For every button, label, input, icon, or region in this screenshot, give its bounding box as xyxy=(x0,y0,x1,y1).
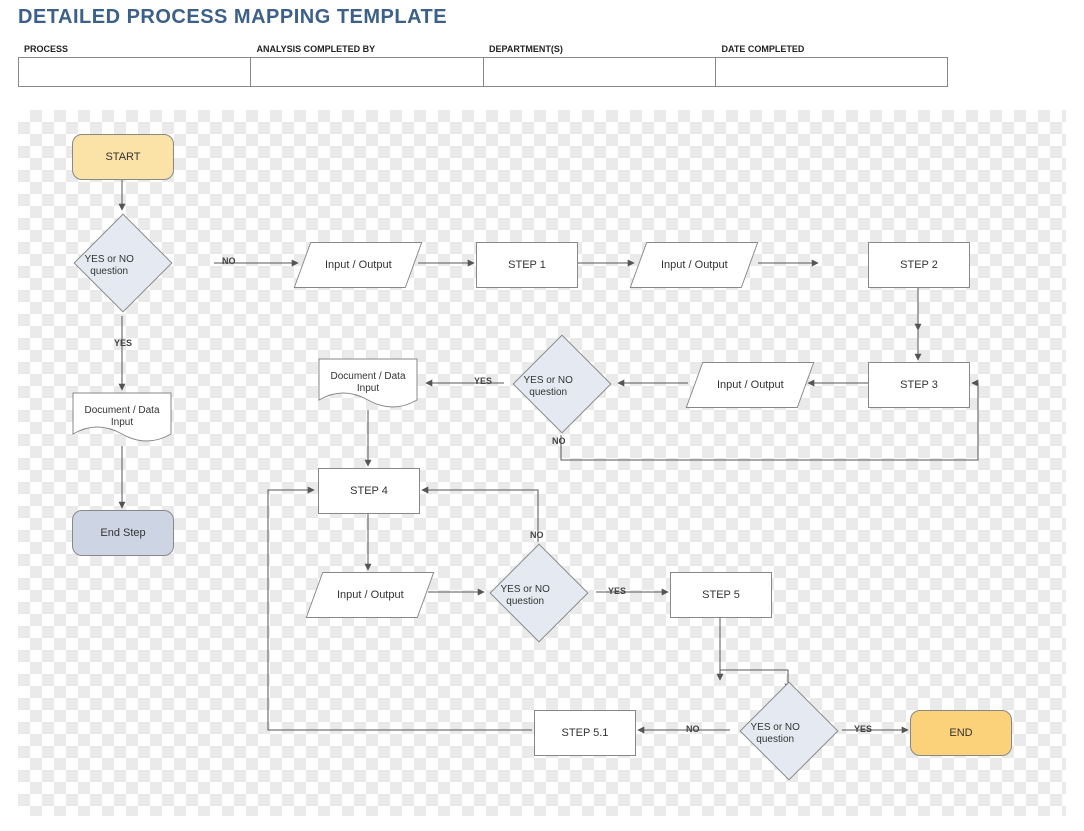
page: DETAILED PROCESS MAPPING TEMPLATE PROCES… xyxy=(0,0,1084,831)
document-1: Document / Data Input xyxy=(72,392,172,442)
end-node: END xyxy=(910,710,1012,756)
label-yes-2: YES xyxy=(474,376,492,386)
io-2: Input / Output xyxy=(630,242,759,288)
step-2: STEP 2 xyxy=(868,242,970,288)
label-no-1: NO xyxy=(222,256,236,266)
step-4: STEP 4 xyxy=(318,468,420,514)
cell-process[interactable] xyxy=(19,58,251,86)
label-yes-1: YES xyxy=(114,338,132,348)
header-cells xyxy=(18,57,948,87)
page-title: DETAILED PROCESS MAPPING TEMPLATE xyxy=(18,6,447,29)
label-yes-4: YES xyxy=(854,724,872,734)
flowchart-canvas: START YES or NO question Input / Output … xyxy=(18,110,1066,816)
label-no-2: NO xyxy=(552,436,566,446)
cell-analysis[interactable] xyxy=(251,58,483,86)
header-labels: PROCESS ANALYSIS COMPLETED BY DEPARTMENT… xyxy=(18,40,948,57)
step-5: STEP 5 xyxy=(670,572,772,618)
step-3: STEP 3 xyxy=(868,362,970,408)
cell-department[interactable] xyxy=(484,58,716,86)
end-step: End Step xyxy=(72,510,174,556)
label-no-3: NO xyxy=(530,530,544,540)
label-no-4: NO xyxy=(686,724,700,734)
cell-date[interactable] xyxy=(716,58,947,86)
start-node: START xyxy=(72,134,174,180)
col-date: DATE COMPLETED xyxy=(716,40,949,57)
col-department: DEPARTMENT(S) xyxy=(483,40,716,57)
io-3: Input / Output xyxy=(686,362,815,408)
step-1: STEP 1 xyxy=(476,242,578,288)
header-table: PROCESS ANALYSIS COMPLETED BY DEPARTMENT… xyxy=(18,40,948,87)
label-yes-3: YES xyxy=(608,586,626,596)
step-5-1: STEP 5.1 xyxy=(534,710,636,756)
io-4: Input / Output xyxy=(306,572,435,618)
io-1: Input / Output xyxy=(294,242,423,288)
col-analysis: ANALYSIS COMPLETED BY xyxy=(251,40,484,57)
document-2: Document / Data Input xyxy=(318,358,418,408)
col-process: PROCESS xyxy=(18,40,251,57)
